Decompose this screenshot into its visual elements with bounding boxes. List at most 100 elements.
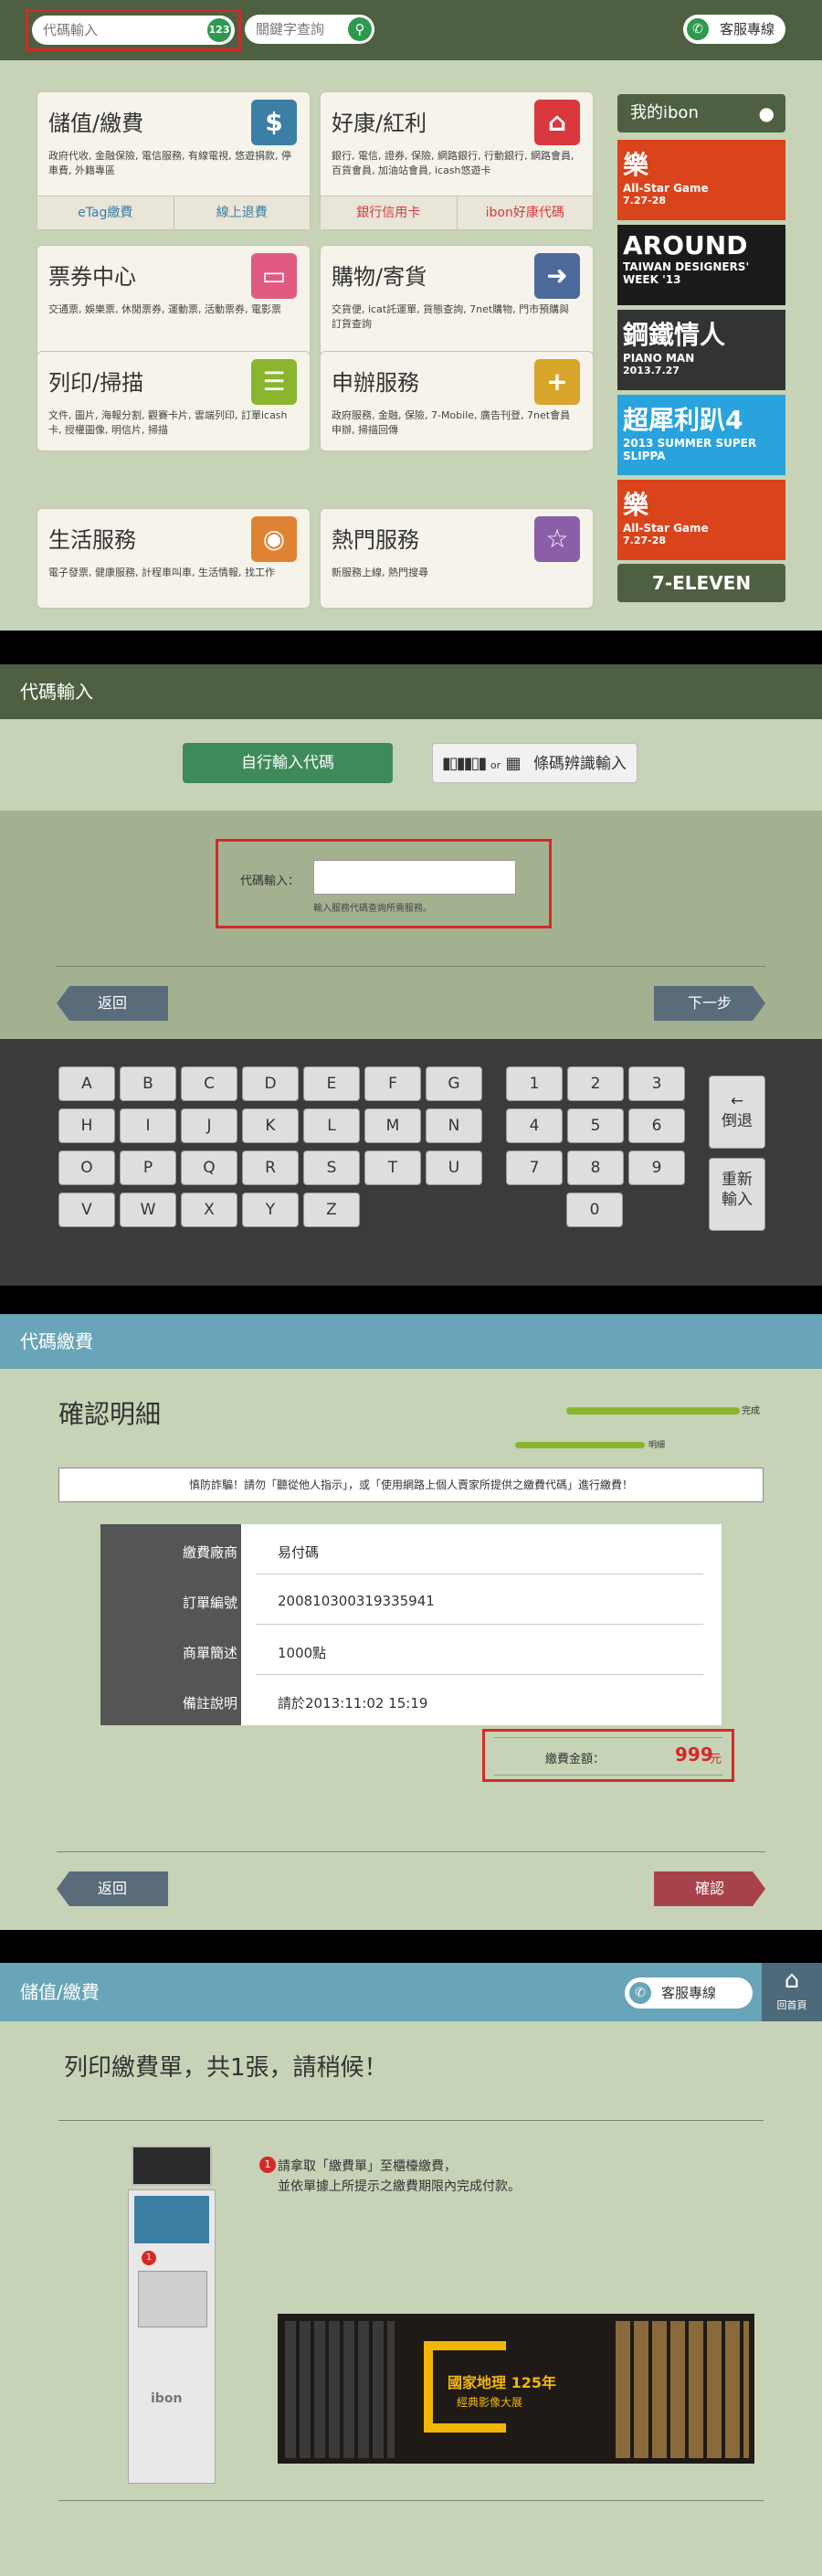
key-9[interactable]: 9: [628, 1150, 685, 1185]
key-5[interactable]: 5: [567, 1108, 624, 1143]
tab-barcode-label: 條碼辨識輸入: [532, 755, 627, 773]
confirm-button[interactable]: 確認: [654, 1871, 765, 1906]
amount-label: 繳費金額：: [545, 1753, 606, 1766]
key-o[interactable]: O: [58, 1150, 115, 1185]
key-x[interactable]: X: [181, 1193, 237, 1227]
customer-service-button[interactable]: ✆ 客服專線: [625, 1977, 753, 2009]
promo-banner-4[interactable]: 樂 All-Star Game 7.27-28: [617, 480, 785, 560]
service-card-0[interactable]: 儲值/繳費 $ 政府代收, 金融保險, 電信服務, 有線電視, 悠遊捐款, 停車費,…: [37, 91, 311, 230]
key-v[interactable]: V: [58, 1193, 115, 1227]
step-number-badge: 1: [259, 2157, 276, 2173]
home-button[interactable]: ⌂ 回首頁: [762, 1963, 822, 2021]
key-b[interactable]: B: [120, 1066, 176, 1101]
key-1[interactable]: 1: [506, 1066, 563, 1101]
key-t[interactable]: T: [364, 1150, 421, 1185]
card-title: 票券中心: [48, 264, 136, 290]
reenter-key[interactable]: 重新 輸入: [709, 1158, 765, 1231]
key-l[interactable]: L: [303, 1108, 360, 1143]
keyboard: ABCDEFG HIJKLMN OPQRSTU VWXYZ 123 456 7890 ← …: [0, 1039, 822, 1286]
code-input-placeholder: 代碼輸入: [43, 22, 99, 38]
service-card-4[interactable]: 列印/掃描 ☰ 文件, 圖片, 海報分割, 觀賽卡片, 雲端列印, 訂單icash卡…: [37, 351, 311, 451]
card-sub-button[interactable]: eTag繳費: [37, 196, 174, 229]
tab-barcode-input[interactable]: ▮▯▮▮▯▮ or ▦ 條碼辨識輸入: [432, 743, 638, 783]
key-w[interactable]: W: [120, 1193, 176, 1227]
code-input[interactable]: 代碼輸入 123: [32, 16, 235, 45]
code-123-badge[interactable]: 123: [207, 18, 231, 42]
phone-icon: ✆: [629, 1982, 651, 2004]
card-sub-button[interactable]: 銀行信用卡: [321, 196, 458, 229]
my-ibon-label: 我的ibon: [630, 103, 699, 122]
key-z[interactable]: Z: [303, 1193, 360, 1227]
banner-date: 7.27-28: [623, 535, 667, 546]
key-3[interactable]: 3: [628, 1066, 685, 1101]
detail-label: 繳費廠商: [182, 1544, 237, 1561]
code-entry-field[interactable]: [313, 860, 516, 895]
promo-banner-3[interactable]: 超犀利趴4 2013 SUMMER SUPER SLIPPA: [617, 395, 785, 475]
key-p[interactable]: P: [120, 1150, 176, 1185]
key-6[interactable]: 6: [628, 1108, 685, 1143]
customer-service-button[interactable]: ✆ 客服專線: [683, 15, 785, 44]
service-card-7[interactable]: 熱門服務 ☆ 新服務上線, 熱門搜尋: [320, 508, 594, 609]
home-icon: ⌂: [784, 1966, 800, 1994]
keyword-search-input[interactable]: 關鍵字查詢 ⚲: [245, 15, 374, 44]
reenter-label-1: 重新: [722, 1171, 753, 1189]
key-i[interactable]: I: [120, 1108, 176, 1143]
search-icon[interactable]: ⚲: [348, 17, 372, 41]
key-d[interactable]: D: [242, 1066, 299, 1101]
key-c[interactable]: C: [181, 1066, 237, 1101]
key-k[interactable]: K: [242, 1108, 299, 1143]
service-card-1[interactable]: 好康/紅利 ⌂ 銀行, 電信, 證券, 保險, 網路銀行, 行動銀行, 網路會員, …: [320, 91, 594, 230]
promo-banner-1[interactable]: AROUND TAIWAN DESIGNERS' WEEK '13: [617, 225, 785, 305]
back-button[interactable]: 返回: [57, 1871, 168, 1906]
key-u[interactable]: U: [426, 1150, 482, 1185]
key-f[interactable]: F: [364, 1066, 421, 1101]
card-sub-button[interactable]: 線上退費: [174, 196, 310, 229]
key-a[interactable]: A: [58, 1066, 115, 1101]
key-j[interactable]: J: [181, 1108, 237, 1143]
key-8[interactable]: 8: [567, 1150, 624, 1185]
page-title: 確認明細: [58, 1399, 162, 1429]
card-description: 政府服務, 金融, 保險, 7-Mobile, 廣告刊登, 7net會員申辦, …: [332, 409, 571, 436]
key-h[interactable]: H: [58, 1108, 115, 1143]
key-7[interactable]: 7: [506, 1150, 563, 1185]
plus-icon: +: [534, 359, 580, 405]
code-input-screen: 代碼輸入 自行輸入代碼 ▮▯▮▮▯▮ or ▦ 條碼辨識輸入 代碼輸入： 輸入服…: [0, 664, 822, 1286]
kiosk-step-marker: 1: [142, 2251, 156, 2265]
key-m[interactable]: M: [364, 1108, 421, 1143]
print-bill-screen: 儲值/繳費 ✆ 客服專線 ⌂ 回首頁 列印繳費單，共1張，請稍候！ 1 ibon…: [0, 1963, 822, 2576]
card-title: 生活服務: [48, 527, 136, 553]
key-0[interactable]: 0: [566, 1193, 623, 1227]
key-4[interactable]: 4: [506, 1108, 563, 1143]
detail-table: 繳費廠商 易付碼 訂單編號 20081030031933594​1 商單簡述 1000點備…: [100, 1524, 722, 1725]
key-g[interactable]: G: [426, 1066, 482, 1101]
my-ibon-header[interactable]: 我的ibon ●: [617, 94, 785, 133]
banner-title: AROUND: [623, 230, 748, 260]
divider: [58, 2500, 764, 2501]
barcode-icon: ▮▯▮▮▯▮: [442, 754, 487, 773]
next-button[interactable]: 下一步: [654, 986, 765, 1021]
card-description: 交通票, 娛樂票, 休閒票券, 運動票, 活動票券, 電影票: [48, 303, 281, 315]
detail-value: 20081030031933594​1: [278, 1593, 435, 1609]
backspace-key[interactable]: ← 倒退: [709, 1076, 765, 1149]
tab-manual-input[interactable]: 自行輸入代碼: [183, 743, 393, 783]
key-2[interactable]: 2: [567, 1066, 624, 1101]
key-s[interactable]: S: [303, 1150, 360, 1185]
card-description: 電子發票, 健康服務, 計程車叫車, 生活情報, 找工作: [48, 567, 275, 578]
amount-value: 999: [675, 1744, 713, 1765]
key-q[interactable]: Q: [181, 1150, 237, 1185]
promo-banner-2[interactable]: 鋼鐵情人 PIANO MAN 2013.7.27: [617, 310, 785, 390]
service-card-6[interactable]: 生活服務 ◉ 電子發票, 健康服務, 計程車叫車, 生活情報, 找工作: [37, 508, 311, 609]
service-card-5[interactable]: 申辦服務 + 政府服務, 金融, 保險, 7-Mobile, 廣告刊登, 7net會…: [320, 351, 594, 451]
key-n[interactable]: N: [426, 1108, 482, 1143]
back-button[interactable]: 返回: [57, 986, 168, 1021]
promo-banner-0[interactable]: 樂 All-Star Game 7.27-28: [617, 140, 785, 220]
card-sub-button[interactable]: ibon好康代碼: [457, 196, 593, 229]
banner-subtitle: 2013 SUMMER SUPER SLIPPA: [623, 437, 757, 462]
card-button-row: 銀行信用卡 ibon好康代碼: [321, 196, 593, 229]
key-r[interactable]: R: [242, 1150, 299, 1185]
key-y[interactable]: Y: [242, 1193, 299, 1227]
card-description: 政府代收, 金融保險, 電信服務, 有線電視, 悠遊捐款, 停車費, 外籍專區: [48, 150, 291, 176]
backspace-arrow-icon: ←: [730, 1092, 744, 1110]
key-e[interactable]: E: [303, 1066, 360, 1101]
code-payment-header: 代碼繳費: [0, 1314, 822, 1369]
